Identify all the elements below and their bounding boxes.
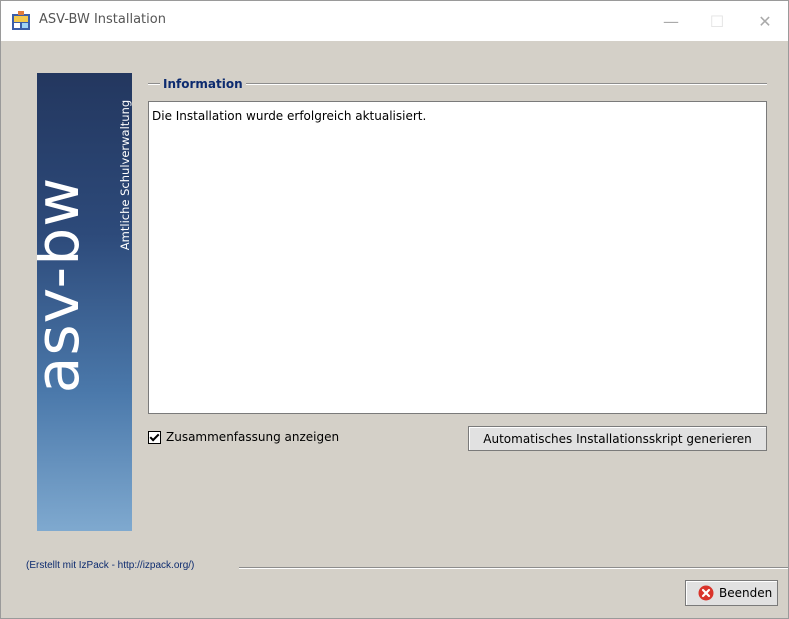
logo-panel: asv-bw Amtliche Schulverwaltung — [37, 73, 132, 531]
footer-credit: (Erstellt mit IzPack - http://izpack.org… — [26, 560, 195, 571]
close-button[interactable]: ✕ — [742, 1, 788, 41]
logo-subtitle: Amtliche Schulverwaltung — [118, 99, 132, 251]
information-text-area[interactable]: Die Installation wurde erfolgreich aktua… — [148, 101, 767, 414]
summary-checkbox-label[interactable]: Zusammenfassung anzeigen — [166, 430, 339, 444]
window-title: ASV-BW Installation — [39, 12, 166, 27]
information-message: Die Installation wurde erfolgreich aktua… — [152, 109, 427, 123]
title-bar: ASV-BW Installation — ☐ ✕ — [1, 1, 788, 41]
red-x-icon — [698, 585, 714, 601]
minimize-button[interactable]: — — [648, 1, 694, 41]
installer-icon — [12, 11, 30, 30]
quit-button-label: Beenden — [719, 586, 773, 600]
minimize-icon: — — [663, 11, 679, 31]
quit-button[interactable]: Beenden — [685, 580, 778, 606]
generate-script-button[interactable]: Automatisches Installationsskript generi… — [468, 426, 767, 451]
summary-checkbox-row[interactable]: Zusammenfassung anzeigen — [148, 429, 339, 445]
maximize-button[interactable]: ☐ — [694, 1, 740, 41]
logo-wordmark: asv-bw — [37, 176, 93, 394]
client-area: asv-bw Amtliche Schulverwaltung Informat… — [1, 41, 788, 618]
summary-checkbox[interactable] — [148, 430, 161, 444]
information-group-title: Information — [160, 77, 246, 91]
installer-window: ASV-BW Installation — ☐ ✕ asv-bw Amtlich… — [0, 0, 789, 619]
footer-divider — [239, 567, 788, 569]
close-icon: ✕ — [758, 11, 772, 31]
maximize-icon: ☐ — [709, 11, 725, 31]
